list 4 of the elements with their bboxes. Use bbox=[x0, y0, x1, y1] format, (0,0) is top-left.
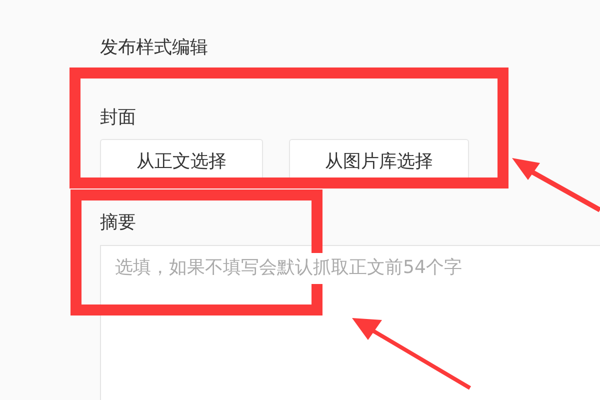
cover-label: 封面 bbox=[100, 106, 137, 130]
summary-label: 摘要 bbox=[100, 211, 137, 235]
section-title: 发布样式编辑 bbox=[100, 36, 209, 60]
summary-field[interactable]: 选填，如果不填写会默认抓取正文前54个字 bbox=[100, 245, 600, 400]
